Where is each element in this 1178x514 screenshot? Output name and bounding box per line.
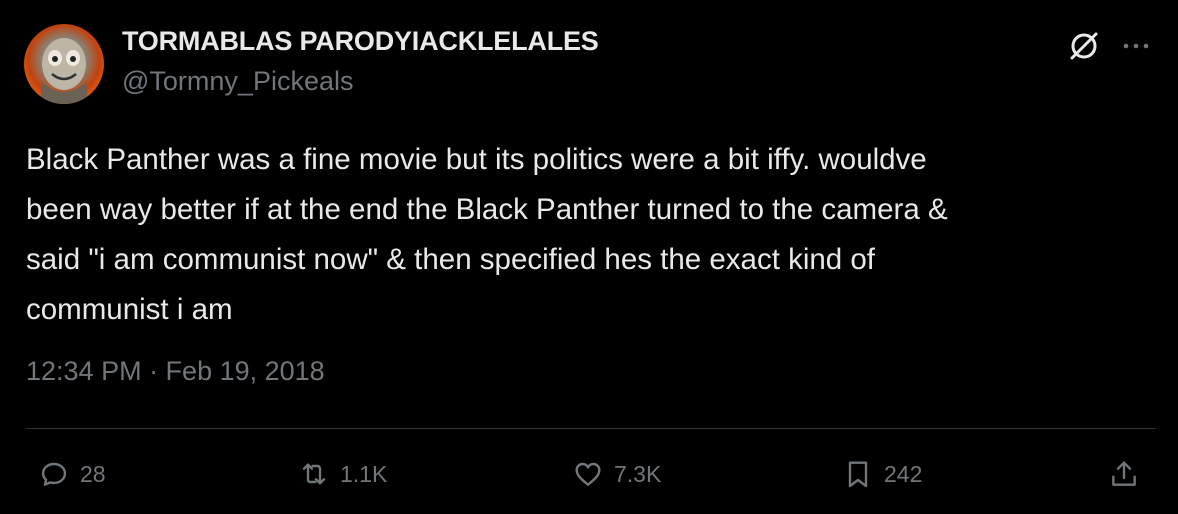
share-button[interactable] bbox=[1108, 452, 1150, 496]
bookmark-button[interactable]: 242 bbox=[842, 452, 922, 496]
like-count: 7.3K bbox=[614, 460, 662, 487]
reply-button[interactable]: 28 bbox=[38, 452, 106, 496]
author-display-name[interactable]: TORMABLAS PARODYIACKLELALES bbox=[122, 26, 599, 57]
divider bbox=[26, 428, 1156, 429]
retweet-button[interactable]: 1.1K bbox=[298, 452, 387, 496]
grok-icon[interactable] bbox=[1066, 28, 1102, 64]
like-button[interactable]: 7.3K bbox=[572, 452, 661, 496]
bookmark-icon bbox=[848, 461, 868, 488]
like-icon bbox=[575, 462, 601, 486]
reply-icon bbox=[41, 462, 67, 486]
retweet-icon bbox=[302, 463, 326, 485]
tweet-card: TORMABLAS PARODYIACKLELALES @Tormny_Pick… bbox=[0, 0, 1178, 514]
avatar[interactable] bbox=[24, 24, 104, 104]
author-handle[interactable]: @Tormny_Pickeals bbox=[122, 66, 353, 97]
tweet-timestamp[interactable]: 12:34 PM · Feb 19, 2018 bbox=[26, 356, 325, 387]
more-icon[interactable] bbox=[1118, 28, 1154, 64]
retweet-count: 1.1K bbox=[340, 460, 388, 487]
share-icon bbox=[1112, 461, 1136, 486]
tweet-text: Black Panther was a fine movie but its p… bbox=[26, 143, 948, 326]
avatar-image bbox=[40, 38, 88, 104]
bookmark-count: 242 bbox=[884, 460, 923, 487]
reply-count: 28 bbox=[80, 460, 106, 487]
